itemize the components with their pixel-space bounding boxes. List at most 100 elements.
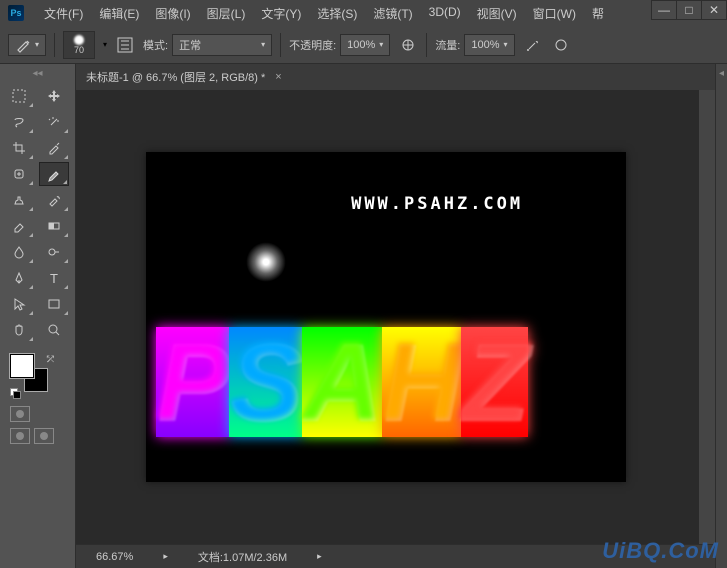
airbrush-icon[interactable] bbox=[523, 35, 543, 55]
mode-label: 模式: bbox=[143, 37, 168, 53]
crop-tool[interactable] bbox=[4, 136, 34, 160]
menu-type[interactable]: 文字(Y) bbox=[253, 1, 309, 26]
eraser-tool[interactable] bbox=[4, 214, 34, 238]
chevron-down-icon: ▾ bbox=[504, 40, 508, 49]
menu-3d[interactable]: 3D(D) bbox=[421, 1, 469, 26]
svg-text:T: T bbox=[50, 271, 58, 286]
foreground-color[interactable] bbox=[10, 354, 34, 378]
document-tab-title: 未标题-1 @ 66.7% (图层 2, RGB/8) * bbox=[86, 69, 265, 85]
canvas-area: 未标题-1 @ 66.7% (图层 2, RGB/8) * × WWW.PSAH… bbox=[76, 64, 715, 568]
status-arrow-icon[interactable]: ▸ bbox=[163, 551, 168, 562]
letter-z: Z bbox=[461, 327, 528, 437]
mode-value: 正常 bbox=[179, 37, 201, 53]
tool-preset-picker[interactable]: ▾ bbox=[8, 34, 46, 56]
marquee-tool[interactable] bbox=[4, 84, 34, 108]
chevron-down-icon[interactable]: ▾ bbox=[103, 40, 107, 49]
lasso-tool[interactable] bbox=[4, 110, 34, 134]
move-tool[interactable] bbox=[39, 84, 69, 108]
brush-size-label: 70 bbox=[74, 45, 84, 55]
separator bbox=[280, 33, 281, 57]
quickmask-icon[interactable] bbox=[10, 428, 30, 444]
rectangle-tool[interactable] bbox=[39, 292, 69, 316]
chevron-down-icon: ▾ bbox=[35, 40, 39, 49]
menu-layer[interactable]: 图层(L) bbox=[199, 1, 254, 26]
watermark: UiBQ.CoM bbox=[602, 538, 719, 564]
eyedropper-tool[interactable] bbox=[39, 136, 69, 160]
glow-dot-icon bbox=[246, 242, 286, 282]
maximize-button[interactable]: □ bbox=[676, 0, 702, 20]
healing-brush-tool[interactable] bbox=[4, 162, 34, 186]
default-colors-icon[interactable] bbox=[10, 388, 20, 398]
letter-h: H bbox=[382, 327, 461, 437]
blur-tool[interactable] bbox=[4, 240, 34, 264]
menu-view[interactable]: 视图(V) bbox=[469, 1, 525, 26]
standard-mode-icon[interactable] bbox=[10, 406, 30, 422]
doc-size-value: 1.07M/2.36M bbox=[223, 552, 287, 564]
letter-s: S bbox=[229, 327, 302, 437]
opacity-value: 100% bbox=[347, 39, 375, 51]
separator bbox=[54, 33, 55, 57]
flow-value: 100% bbox=[471, 39, 499, 51]
brush-preset-picker[interactable]: 70 bbox=[63, 31, 95, 59]
canvas-main-text: P S A H Z bbox=[156, 327, 529, 437]
window-controls: — □ ✕ bbox=[652, 0, 727, 22]
screen-mode-icon[interactable] bbox=[34, 428, 54, 444]
status-menu-arrow-icon[interactable]: ▸ bbox=[317, 551, 322, 562]
canvas-viewport[interactable]: WWW.PSAHZ.COM P S A H Z bbox=[76, 90, 715, 544]
flow-label: 流量: bbox=[435, 37, 460, 53]
pressure-size-icon[interactable] bbox=[551, 35, 571, 55]
mode-select[interactable]: 正常 ▾ bbox=[172, 34, 272, 56]
chevron-down-icon: ▾ bbox=[261, 40, 265, 49]
letter-a: A bbox=[302, 327, 381, 437]
zoom-tool[interactable] bbox=[39, 318, 69, 342]
minimize-button[interactable]: — bbox=[651, 0, 677, 20]
screen-mode-icons bbox=[4, 428, 71, 444]
canvas[interactable]: WWW.PSAHZ.COM P S A H Z bbox=[146, 152, 626, 482]
workspace: ◂◂ T ⤱ bbox=[0, 64, 727, 568]
vertical-scrollbar[interactable] bbox=[699, 90, 715, 544]
app-logo: Ps bbox=[8, 5, 24, 21]
flow-input[interactable]: 100% ▾ bbox=[464, 34, 514, 56]
menu-help[interactable]: 帮 bbox=[584, 1, 612, 26]
tools-grid: T bbox=[4, 84, 71, 342]
brush-panel-toggle[interactable] bbox=[115, 35, 135, 55]
clone-stamp-tool[interactable] bbox=[4, 188, 34, 212]
menu-image[interactable]: 图像(I) bbox=[147, 1, 198, 26]
canvas-text-url: WWW.PSAHZ.COM bbox=[351, 194, 523, 214]
brush-dot-icon bbox=[74, 35, 84, 45]
menu-filter[interactable]: 滤镜(T) bbox=[365, 1, 420, 26]
menu-edit[interactable]: 编辑(E) bbox=[91, 1, 147, 26]
history-brush-tool[interactable] bbox=[39, 188, 69, 212]
tool-panel: ◂◂ T ⤱ bbox=[0, 64, 76, 568]
chevron-down-icon: ▾ bbox=[379, 40, 383, 49]
opacity-input[interactable]: 100% ▾ bbox=[340, 34, 390, 56]
opacity-label: 不透明度: bbox=[289, 37, 336, 53]
zoom-level[interactable]: 66.67% bbox=[96, 551, 133, 563]
menu-select[interactable]: 选择(S) bbox=[309, 1, 365, 26]
doc-size-label: 文档: bbox=[198, 552, 223, 564]
letter-p: P bbox=[156, 327, 229, 437]
edit-mode-icons bbox=[4, 406, 71, 422]
brush-tool[interactable] bbox=[39, 162, 69, 186]
right-panel-collapsed[interactable]: ◂ bbox=[715, 64, 727, 568]
hand-tool[interactable] bbox=[4, 318, 34, 342]
dodge-tool[interactable] bbox=[39, 240, 69, 264]
gradient-tool[interactable] bbox=[39, 214, 69, 238]
type-tool[interactable]: T bbox=[39, 266, 69, 290]
magic-wand-tool[interactable] bbox=[39, 110, 69, 134]
panel-collapse-icon[interactable]: ◂◂ bbox=[4, 68, 71, 80]
color-swatches[interactable]: ⤱ bbox=[10, 354, 54, 398]
pen-tool[interactable] bbox=[4, 266, 34, 290]
titlebar: Ps 文件(F) 编辑(E) 图像(I) 图层(L) 文字(Y) 选择(S) 滤… bbox=[0, 0, 727, 26]
path-selection-tool[interactable] bbox=[4, 292, 34, 316]
menubar: 文件(F) 编辑(E) 图像(I) 图层(L) 文字(Y) 选择(S) 滤镜(T… bbox=[36, 1, 612, 26]
pressure-opacity-icon[interactable] bbox=[398, 35, 418, 55]
options-bar: ▾ 70 ▾ 模式: 正常 ▾ 不透明度: 100% ▾ 流量: 100% ▾ bbox=[0, 26, 727, 64]
menu-file[interactable]: 文件(F) bbox=[36, 1, 91, 26]
tab-close-icon[interactable]: × bbox=[275, 71, 281, 83]
close-button[interactable]: ✕ bbox=[701, 0, 727, 20]
swap-colors-icon[interactable]: ⤱ bbox=[47, 354, 54, 365]
separator bbox=[426, 33, 427, 57]
menu-window[interactable]: 窗口(W) bbox=[525, 1, 584, 26]
document-tab[interactable]: 未标题-1 @ 66.7% (图层 2, RGB/8) * × bbox=[76, 64, 715, 90]
